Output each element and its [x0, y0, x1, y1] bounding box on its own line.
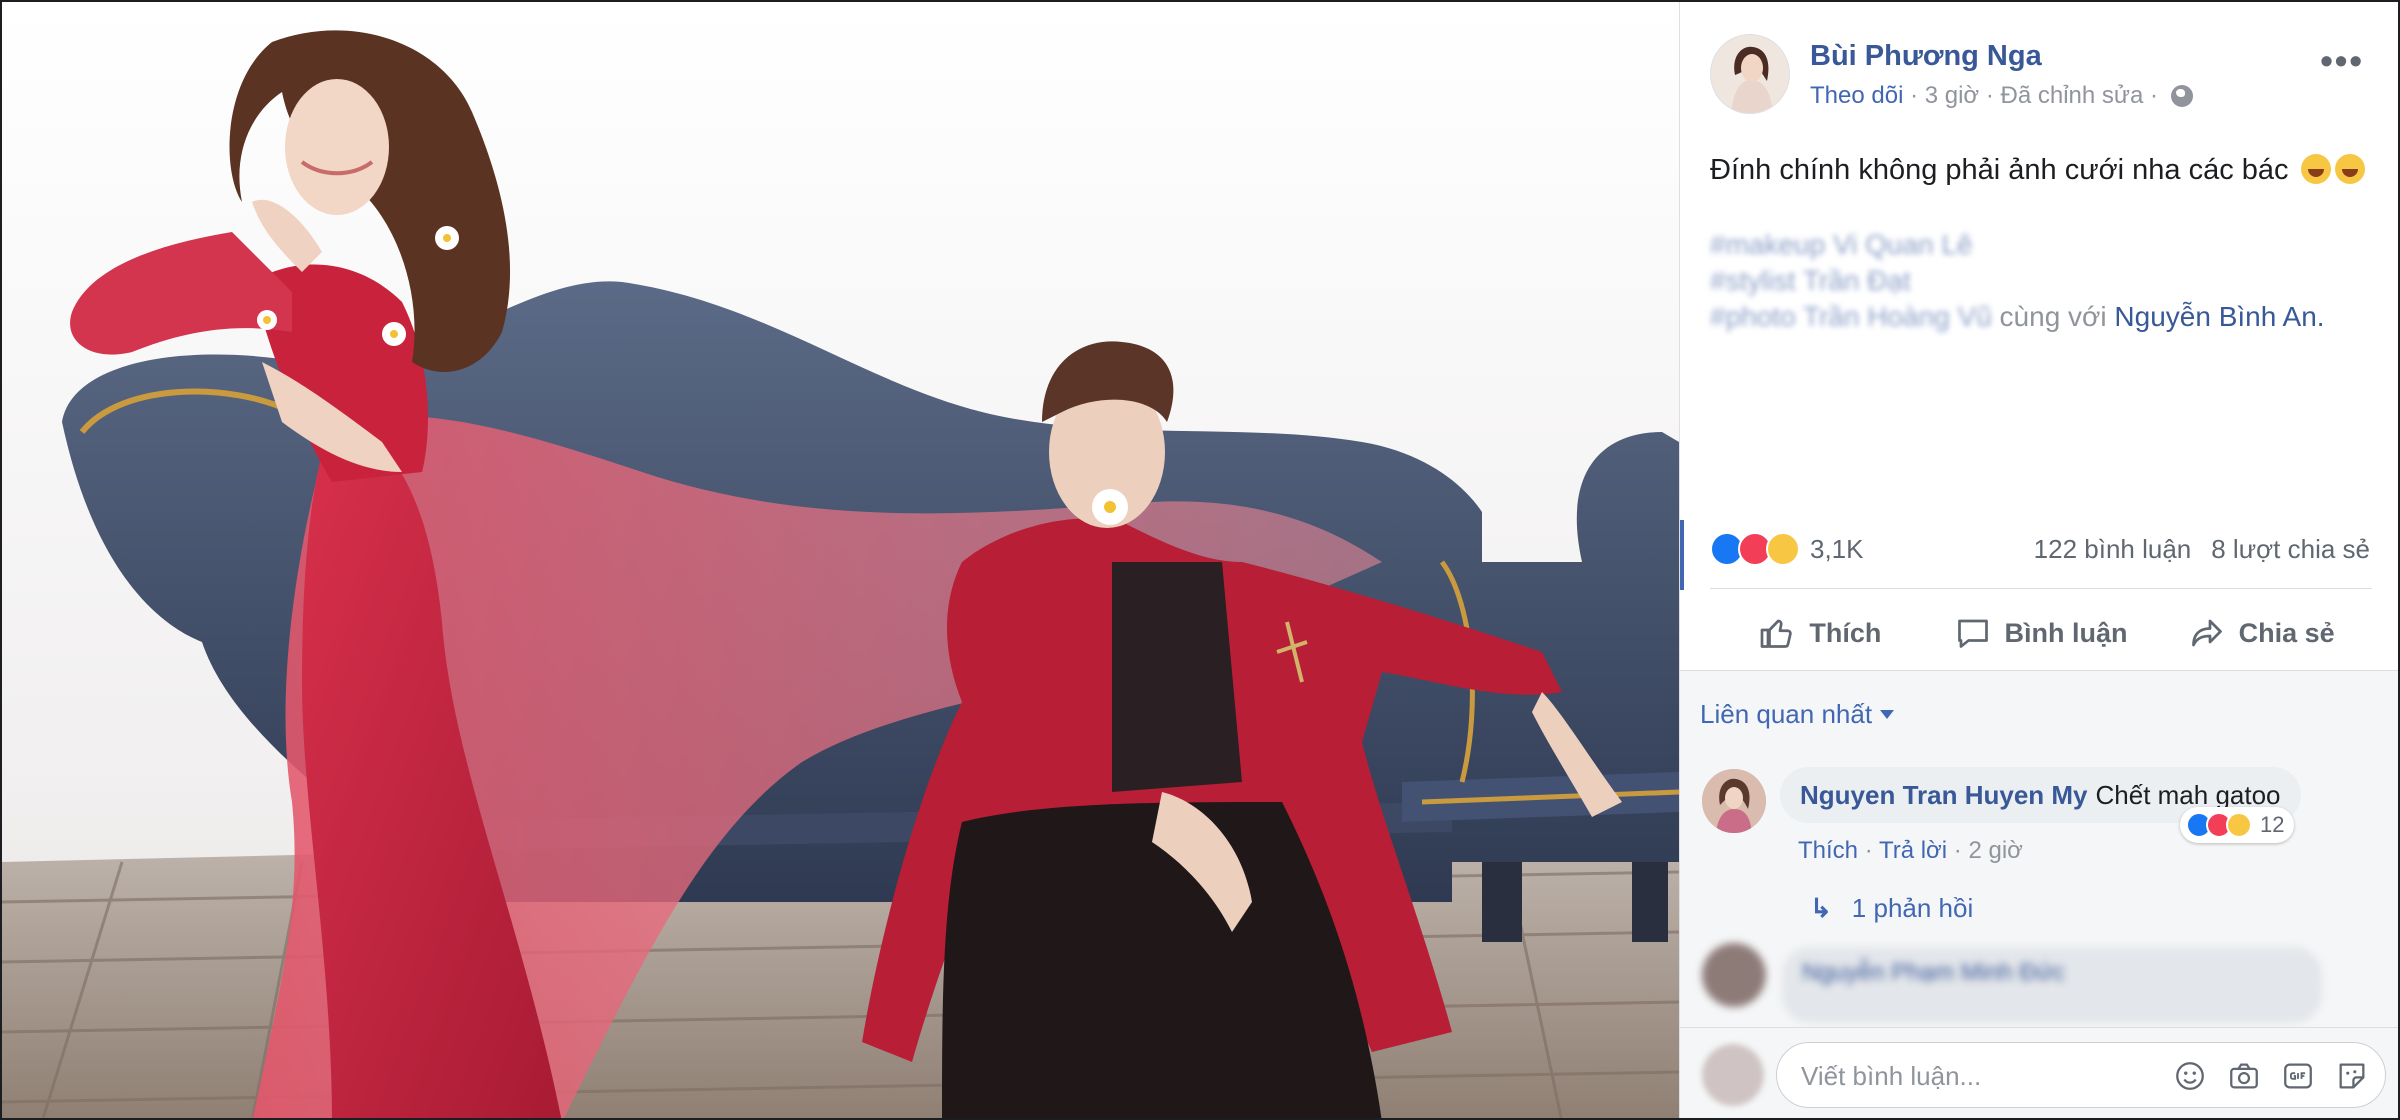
- comment-reactions[interactable]: 12: [2180, 807, 2295, 843]
- comment-placeholder: Viết bình luận...: [1801, 1061, 1982, 1091]
- action-bar: Thích Bình luận Chia sẻ: [1710, 596, 2372, 670]
- commenter-avatar[interactable]: [1702, 943, 1766, 1007]
- share-button[interactable]: Chia sẻ: [2151, 596, 2372, 670]
- comment-actions: Thích · Trả lời · 2 giờ: [1798, 837, 2023, 864]
- post-photo[interactable]: [2, 2, 1679, 1118]
- view-replies-link[interactable]: ↳ 1 phản hồi: [1810, 893, 1973, 924]
- post-time[interactable]: 3 giờ: [1925, 82, 1979, 109]
- sticker-icon[interactable]: [2335, 1059, 2369, 1093]
- edited-label[interactable]: Đã chỉnh sửa: [2001, 82, 2144, 109]
- post-stats: 3,1K 122 bình luận 8 lượt chia sẻ: [1710, 528, 2370, 572]
- comment-text: Chết mah gatoo: [2095, 780, 2281, 810]
- with-label: cùng với: [1999, 301, 2107, 332]
- comment-time[interactable]: 2 giờ: [1968, 837, 2022, 864]
- comments-section: Liên quan nhất Nguyen Tran Huyen My Chết …: [1680, 670, 2398, 1118]
- post-caption: Đính chính không phải ảnh cưới nha các b…: [1710, 154, 2289, 186]
- blurred-comment: Nguyễn Phạm Minh Đức: [1702, 943, 2382, 1033]
- meta-separator: ·: [1903, 82, 1925, 109]
- commenter-name[interactable]: Nguyễn Phạm Minh Đức: [1802, 959, 2065, 987]
- post-text: Đính chính không phải ảnh cưới nha các b…: [1710, 154, 2365, 187]
- post-meta: Theo dõi · 3 giờ · Đã chỉnh sửa ·: [1810, 82, 2193, 110]
- author-name[interactable]: Bùi Phương Nga: [1810, 40, 2042, 73]
- caret-down-icon: [1880, 710, 1895, 719]
- share-count[interactable]: 8 lượt chia sẻ: [2211, 534, 2370, 564]
- credit-hashtag[interactable]: #photo Trần Hoàng Vũ: [1710, 301, 1992, 332]
- gif-icon[interactable]: [2281, 1059, 2315, 1093]
- comment-icon: [1957, 619, 1988, 648]
- haha-reaction-icon: [2226, 812, 2252, 838]
- like-button[interactable]: Thích: [1710, 596, 1931, 670]
- focus-indicator: [1680, 520, 1684, 590]
- divider: [1710, 588, 2372, 589]
- camera-icon[interactable]: [2227, 1059, 2261, 1093]
- like-label: Thích: [1809, 617, 1882, 648]
- meta-separator: ·: [1979, 82, 2001, 109]
- sort-label: Liên quan nhất: [1700, 699, 1873, 729]
- comment-input[interactable]: Viết bình luận...: [1776, 1042, 2386, 1108]
- comment-like-link[interactable]: Thích: [1798, 837, 1858, 864]
- post-credits: #makeup Vi Quan Lê #stylist Trần Đạt #ph…: [1710, 227, 2360, 335]
- commenter-avatar[interactable]: [1702, 769, 1766, 833]
- haha-reaction-icon: [1766, 532, 1800, 566]
- author-avatar[interactable]: [1710, 34, 1790, 114]
- photo-illustration: [2, 2, 1679, 1118]
- comment-reaction-count: 12: [2260, 812, 2285, 837]
- replies-label: 1 phản hồi: [1851, 893, 1974, 923]
- credit-hashtag[interactable]: #makeup Vi Quan Lê: [1710, 227, 2360, 263]
- reaction-icons[interactable]: [1710, 532, 1800, 566]
- comment-label: Bình luận: [2004, 617, 2128, 648]
- current-user-avatar: [1702, 1044, 1764, 1106]
- laughing-emoji-icon: [2300, 154, 2331, 184]
- follow-link[interactable]: Theo dõi: [1810, 82, 1903, 109]
- laughing-emoji-icon: [2334, 154, 2365, 184]
- comment-count[interactable]: 122 bình luận: [2034, 534, 2192, 564]
- meta-separator: ·: [2143, 82, 2165, 109]
- comment-composer: Viết bình luận...: [1680, 1027, 2398, 1118]
- globe-icon[interactable]: [2170, 85, 2193, 107]
- share-label: Chia sẻ: [2238, 617, 2335, 648]
- comment-reply-link[interactable]: Trả lời: [1879, 837, 1947, 864]
- commenter-name[interactable]: Nguyen Tran Huyen My: [1800, 780, 2088, 810]
- comment-button[interactable]: Bình luận: [1931, 596, 2152, 670]
- credit-hashtag[interactable]: #stylist Trần Đạt: [1710, 263, 2360, 299]
- post-panel: Bùi Phương Nga Theo dõi · 3 giờ · Đã chỉ…: [1679, 2, 2398, 1118]
- composer-tools: [2173, 1059, 2369, 1093]
- share-icon: [2191, 619, 2222, 647]
- facebook-photo-viewer: Bùi Phương Nga Theo dõi · 3 giờ · Đã chỉ…: [0, 0, 2400, 1120]
- emoji-icon[interactable]: [2173, 1059, 2207, 1093]
- like-icon: [1760, 619, 1793, 648]
- post-header: Bùi Phương Nga Theo dõi · 3 giờ · Đã chỉ…: [1710, 34, 2380, 114]
- reaction-count[interactable]: 3,1K: [1810, 534, 1864, 565]
- reply-arrow-icon: ↳: [1810, 893, 1832, 923]
- tagged-person[interactable]: Nguyễn Bình An.: [2114, 301, 2324, 332]
- comment-sort-dropdown[interactable]: Liên quan nhất: [1700, 699, 1895, 730]
- more-icon[interactable]: •••: [2320, 40, 2364, 82]
